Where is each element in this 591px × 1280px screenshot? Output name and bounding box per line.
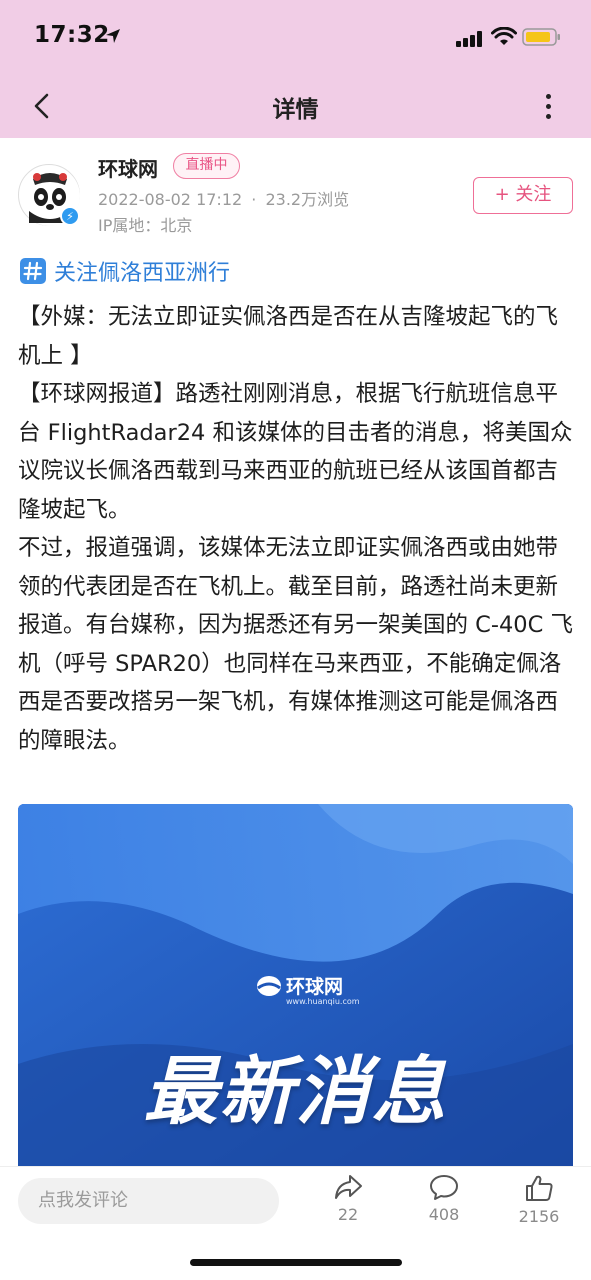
banner-logo-url: www.huanqiu.com (286, 997, 360, 1006)
comment-count: 408 (428, 1205, 460, 1224)
more-dot-icon (545, 103, 551, 109)
comment-button[interactable]: 408 (414, 1173, 474, 1224)
share-button[interactable]: 22 (318, 1173, 378, 1224)
view-count: 23.2万浏览 (265, 190, 350, 209)
huanqiu-logo-icon (257, 975, 281, 996)
page-title: 详情 (272, 97, 319, 123)
more-dot-icon (545, 93, 551, 99)
ip-location: IP属地：北京 (98, 216, 193, 235)
battery-icon (522, 28, 560, 46)
article-body: 【外媒：无法立即证实佩洛西是否在从吉隆坡起飞的飞机上 】 【环球网报道】路透社刚… (18, 298, 574, 760)
nav-bar: 详情 (0, 76, 591, 138)
wifi-icon (491, 27, 517, 45)
location-arrow-icon (106, 29, 120, 43)
follow-button[interactable]: + 关注 (473, 177, 573, 214)
comment-icon (430, 1175, 458, 1200)
live-badge[interactable]: 直播中 (173, 153, 240, 179)
article-paragraph: 【环球网报道】路透社刚刚消息，根据飞行航班信息平台 FlightRadar24 … (18, 381, 573, 523)
status-time: 17:32 (34, 22, 110, 48)
article-paragraph: 不过，报道强调，该媒体无法立即证实佩洛西或由她带领的代表团是否在飞机上。截至目前… (18, 535, 573, 754)
topic-label: 关注佩洛西亚洲行 (54, 261, 231, 286)
banner-logo-text: 环球网 (286, 976, 344, 998)
more-options-button[interactable] (531, 84, 565, 128)
author-name[interactable]: 环球网 (98, 153, 158, 182)
article-headline: 【外媒：无法立即证实佩洛西是否在从吉隆坡起飞的飞机上 】 (18, 304, 559, 369)
hashtag-icon (20, 258, 46, 284)
thumbs-up-icon (526, 1175, 553, 1201)
share-count: 22 (337, 1205, 359, 1224)
post-datetime: 2022-08-02 17:12 (98, 190, 243, 209)
share-icon (335, 1175, 362, 1199)
like-count: 2156 (518, 1207, 560, 1226)
home-indicator (190, 1259, 402, 1266)
banner-logo: 环球网 www.huanqiu.com (256, 972, 360, 1006)
more-dot-icon (545, 113, 551, 119)
comment-input[interactable]: 点我发评论 (18, 1178, 279, 1224)
verified-badge-icon: ⚡ (60, 206, 80, 226)
status-bar: 17:32 (0, 0, 591, 76)
cellular-signal-icon (456, 31, 482, 47)
meta-separator: · (251, 190, 257, 209)
topic-link[interactable]: 关注佩洛西亚洲行 (20, 255, 230, 287)
post-meta: 2022-08-02 17:12 · 23.2万浏览 (98, 186, 349, 210)
top-header: 17:32 详情 (0, 0, 591, 138)
banner-headline: 最新消息 (143, 1049, 448, 1135)
like-button[interactable]: 2156 (509, 1173, 569, 1226)
